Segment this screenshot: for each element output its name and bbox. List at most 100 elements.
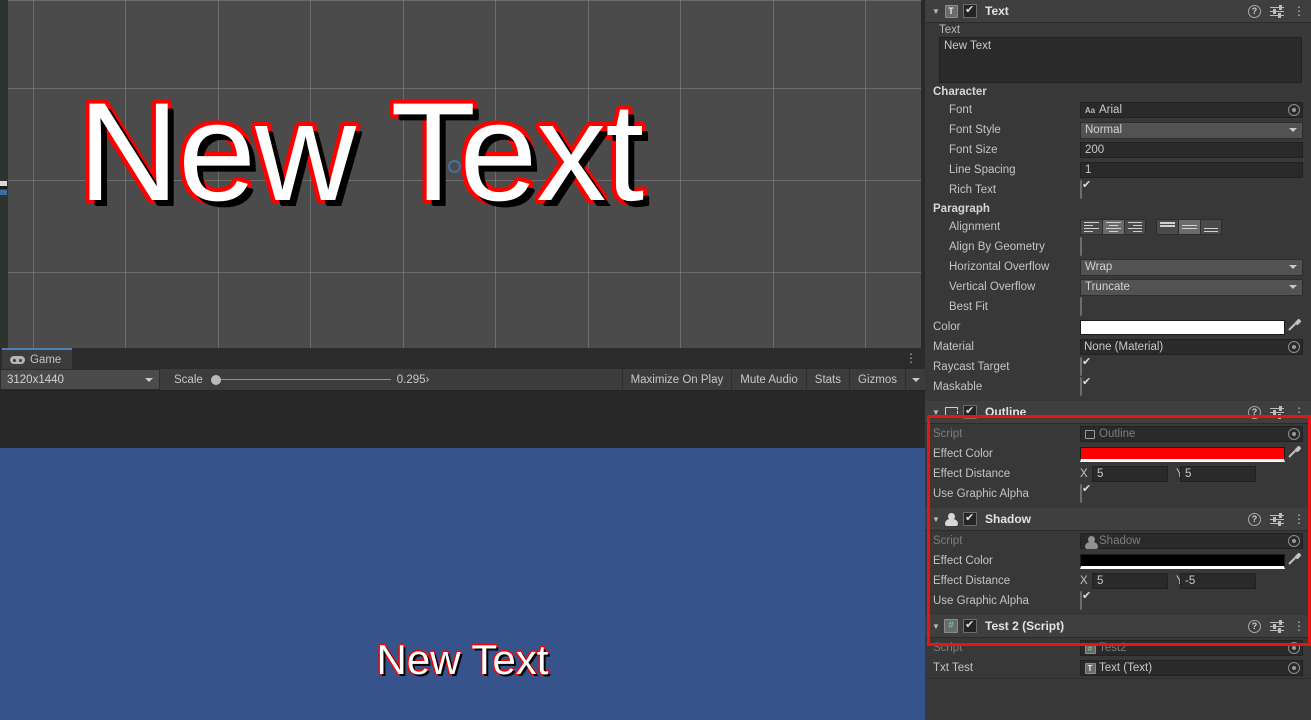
foldout-arrow-icon[interactable]: ▼: [929, 408, 943, 417]
horizontal-overflow-dropdown[interactable]: Wrap: [1080, 258, 1303, 276]
align-top-button[interactable]: [1156, 219, 1178, 235]
rich-text-checkbox[interactable]: [1080, 180, 1082, 199]
help-icon[interactable]: ?: [1248, 512, 1261, 526]
outline-effect-distance-label: Effect Distance: [933, 468, 1011, 480]
outline-use-graphic-alpha-checkbox[interactable]: [1080, 484, 1082, 503]
object-picker-icon[interactable]: [1288, 104, 1300, 116]
slider-knob[interactable]: [210, 374, 221, 385]
eyedropper-icon[interactable]: [1288, 320, 1301, 334]
gizmos-dropdown-button[interactable]: [905, 369, 925, 390]
line-spacing-input[interactable]: 1: [1080, 162, 1303, 178]
maskable-checkbox[interactable]: [1080, 377, 1082, 396]
font-size-label: Font Size: [949, 144, 998, 156]
raycast-target-checkbox[interactable]: [1080, 357, 1082, 376]
color-label: Color: [933, 321, 961, 333]
chevron-down-icon: [145, 377, 153, 382]
scene-resize-handle[interactable]: [0, 181, 7, 195]
text-input[interactable]: New Text: [939, 37, 1302, 83]
preset-icon[interactable]: [1270, 512, 1284, 526]
game-letterbox: [0, 391, 925, 448]
object-picker-icon[interactable]: [1288, 535, 1300, 547]
kebab-icon[interactable]: ⋮: [1293, 513, 1305, 525]
preset-icon[interactable]: [1270, 4, 1284, 18]
shadow-color-swatch[interactable]: [1080, 553, 1285, 569]
resolution-dropdown[interactable]: 3120x1440: [0, 369, 160, 390]
mute-audio-button[interactable]: Mute Audio: [731, 369, 806, 390]
vertical-overflow-dropdown[interactable]: Truncate: [1080, 278, 1303, 296]
component-header-outline[interactable]: ▼ Outline ? ⋮: [925, 401, 1311, 424]
game-panel-kebab-icon[interactable]: ⋮: [905, 352, 917, 364]
material-object-field[interactable]: None (Material): [1080, 339, 1303, 355]
component-header-test2[interactable]: ▼ # Test 2 (Script) ? ⋮: [925, 615, 1311, 638]
component-header-icons: ? ⋮: [1248, 512, 1305, 526]
game-render-surface[interactable]: New Text: [0, 448, 925, 720]
object-picker-icon[interactable]: [1288, 642, 1300, 654]
shadow-y-input[interactable]: -5: [1180, 573, 1256, 589]
maximize-on-play-button[interactable]: Maximize On Play: [621, 369, 732, 390]
outline-mini-icon: [1084, 428, 1096, 440]
foldout-arrow-icon[interactable]: ▼: [929, 7, 943, 16]
character-section-label: Character: [933, 86, 987, 98]
pivot-circle-handle-icon[interactable]: [448, 160, 461, 173]
best-fit-checkbox[interactable]: [1080, 297, 1082, 316]
component-enable-checkbox-outline[interactable]: [963, 404, 977, 419]
eyedropper-icon[interactable]: [1288, 554, 1301, 568]
component-divider: [925, 678, 1311, 679]
txt-test-object-field[interactable]: T Text (Text): [1080, 660, 1303, 676]
component-header-text[interactable]: ▼ T Text ? ⋮: [925, 0, 1311, 23]
outline-color-swatch[interactable]: [1080, 446, 1285, 462]
component-enable-checkbox-shadow[interactable]: [963, 511, 977, 526]
object-picker-icon[interactable]: [1288, 662, 1300, 674]
align-middle-button[interactable]: [1178, 219, 1200, 235]
rich-text-label: Rich Text: [949, 184, 997, 196]
gizmos-button[interactable]: Gizmos: [849, 369, 905, 390]
kebab-icon[interactable]: ⋮: [1293, 620, 1305, 632]
test2-script-field[interactable]: # Test2: [1080, 640, 1303, 656]
horizontal-alignment-set: [1080, 219, 1146, 235]
kebab-icon[interactable]: ⋮: [1293, 406, 1305, 418]
scale-slider-group[interactable]: Scale 0.295›: [160, 369, 429, 390]
align-by-geometry-label: Align By Geometry: [949, 241, 1045, 253]
object-picker-icon[interactable]: [1288, 341, 1300, 353]
help-icon[interactable]: ?: [1248, 4, 1261, 18]
stats-button[interactable]: Stats: [805, 369, 850, 390]
scale-slider[interactable]: [210, 374, 391, 386]
align-center-button[interactable]: [1102, 219, 1124, 235]
component-enable-checkbox-text[interactable]: [963, 3, 977, 18]
font-object-field[interactable]: Aa Arial: [1080, 102, 1303, 118]
scene-view[interactable]: New Text: [0, 0, 921, 348]
game-text-object: New Text: [376, 636, 549, 683]
help-icon[interactable]: ?: [1248, 619, 1261, 633]
align-by-geometry-checkbox[interactable]: [1080, 237, 1082, 256]
font-size-input[interactable]: 200: [1080, 142, 1303, 158]
eyedropper-icon[interactable]: [1288, 447, 1301, 461]
foldout-arrow-icon[interactable]: ▼: [929, 622, 943, 631]
shadow-x-input[interactable]: 5: [1092, 573, 1168, 589]
component-header-shadow[interactable]: ▼ Shadow ? ⋮: [925, 508, 1311, 531]
kebab-icon[interactable]: ⋮: [1293, 5, 1305, 17]
row-rich-text: Rich Text: [925, 180, 1311, 200]
row-outline-script: Script Outline: [925, 424, 1311, 444]
font-style-dropdown[interactable]: Normal: [1080, 121, 1303, 139]
shadow-script-field[interactable]: Shadow: [1080, 533, 1303, 549]
outline-script-field[interactable]: Outline: [1080, 426, 1303, 442]
shadow-use-graphic-alpha-checkbox[interactable]: [1080, 591, 1082, 610]
align-right-button[interactable]: [1124, 219, 1146, 235]
outline-y-input[interactable]: 5: [1180, 466, 1256, 482]
preset-icon[interactable]: [1270, 405, 1284, 419]
tab-game[interactable]: Game: [2, 348, 73, 369]
object-picker-icon[interactable]: [1288, 428, 1300, 440]
align-left-button[interactable]: [1080, 219, 1102, 235]
game-panel: Game ⋮ 3120x1440 Scale 0.295› Maximize O…: [0, 348, 925, 720]
align-bottom-button[interactable]: [1200, 219, 1222, 235]
scene-text-object[interactable]: New Text: [78, 82, 644, 222]
outline-x-input[interactable]: 5: [1092, 466, 1168, 482]
help-icon[interactable]: ?: [1248, 405, 1261, 419]
foldout-arrow-icon[interactable]: ▼: [929, 515, 943, 524]
component-enable-checkbox-test2[interactable]: [963, 618, 977, 633]
row-font-size: Font Size 200: [925, 140, 1311, 160]
horizontal-overflow-value: Wrap: [1085, 261, 1113, 273]
test2-script-value: Test2: [1099, 642, 1127, 654]
color-swatch[interactable]: [1080, 319, 1285, 335]
preset-icon[interactable]: [1270, 619, 1284, 633]
